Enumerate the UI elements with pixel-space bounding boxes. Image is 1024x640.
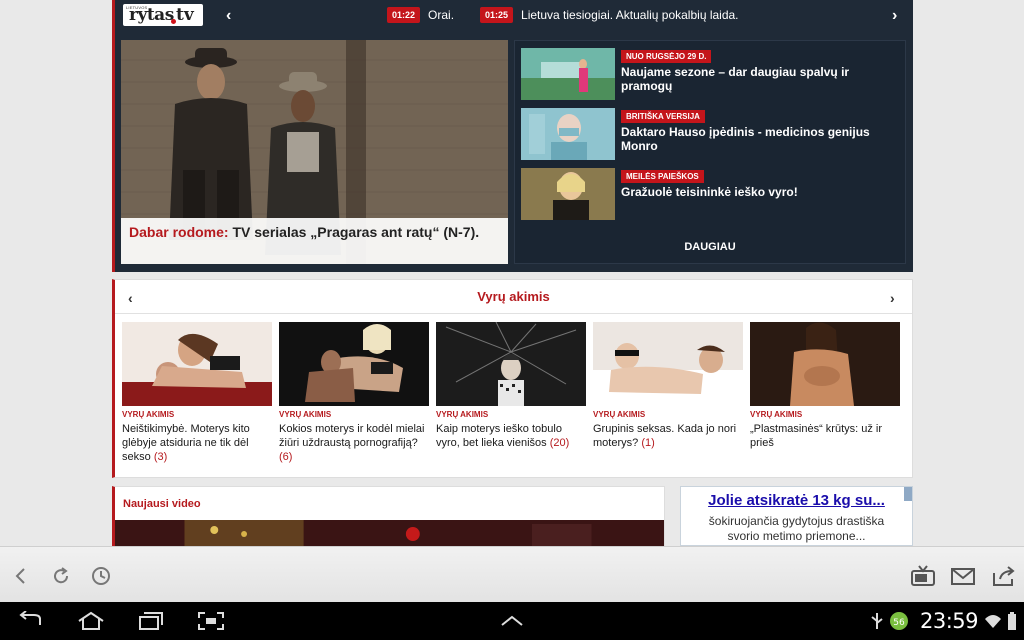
article-tag: VYRŲ AKIMIS	[279, 410, 332, 419]
screenshot-icon[interactable]	[196, 611, 226, 631]
hero-title: TV serialas „Pragaras ant ratų“ (N-7).	[228, 224, 480, 240]
recent-apps-icon[interactable]	[136, 611, 166, 631]
carousel-divider	[115, 313, 912, 314]
refresh-icon[interactable]	[50, 565, 72, 587]
article-title-text: Neištikimybė. Moterys kito glėbyje atsid…	[122, 423, 250, 463]
rytas-tv-logo[interactable]: LIETUVOS rytas tv	[123, 4, 203, 26]
battery-badge-text: 56	[893, 618, 905, 628]
article-title: Grupinis seksas. Kada jo nori moterys? (…	[593, 422, 741, 450]
article-tag: VYRŲ AKIMIS	[122, 410, 175, 419]
promo-thumb	[521, 48, 615, 100]
time-badge: 01:22	[387, 7, 421, 23]
article-title-text: „Plastmasinės“ krūtys: už ir prieš	[750, 423, 883, 449]
promo-tag: Britiška versija	[621, 110, 705, 123]
now-showing-label: Dabar rodome:	[129, 224, 229, 240]
article-card[interactable]: VYRŲ AKIMIS Grupinis seksas. Kada jo nor…	[593, 322, 743, 472]
hero-caption: Dabar rodome: TV serialas „Pragaras ant …	[121, 218, 508, 264]
article-thumb	[750, 322, 900, 406]
promo-thumb	[521, 108, 615, 160]
advertisement[interactable]: Jolie atsikratė 13 kg su... šokiruojanči…	[680, 486, 913, 546]
promo-title: Naujame sezone – dar daugiau spalvų ir p…	[621, 65, 850, 93]
article-tag: VYRŲ AKIMIS	[436, 410, 489, 419]
up-arrow-icon[interactable]	[498, 611, 526, 631]
article-card[interactable]: VYRŲ AKIMIS Kaip moterys ieško tobulo vy…	[436, 322, 586, 472]
back-nav-icon[interactable]	[16, 610, 46, 631]
ticker-item[interactable]: 01:22 Orai.	[387, 7, 454, 23]
promo-title: Daktaro Hauso įpėdinis - medicinos genij…	[621, 125, 870, 153]
carousel-next-icon[interactable]: ›	[890, 290, 895, 306]
ad-body: šokiruojančia gydytojus drastiška svorio…	[681, 514, 912, 544]
home-nav-icon[interactable]	[76, 611, 106, 631]
tv-icon[interactable]	[910, 565, 936, 587]
battery-icon	[1004, 611, 1020, 631]
carousel-title[interactable]: Vyrų akimis	[115, 289, 912, 304]
promo-item[interactable]: Meilės paieškos Gražuolė teisininkė iešk…	[521, 168, 901, 220]
ad-choices-icon[interactable]	[904, 487, 912, 501]
ticker-text: Lietuva tiesiogiai. Aktualių pokalbių la…	[521, 8, 739, 22]
comment-count[interactable]: (1)	[641, 437, 654, 449]
ad-line: svorio metimo priemone...	[727, 529, 866, 543]
time-badge: 01:25	[480, 7, 514, 23]
article-card[interactable]: VYRŲ AKIMIS Neištikimybė. Moterys kito g…	[122, 322, 272, 472]
ad-line: šokiruojančia gydytojus drastiška	[708, 514, 885, 528]
article-thumb	[593, 322, 743, 406]
comment-count[interactable]: (6)	[279, 451, 292, 463]
usb-icon	[870, 611, 884, 631]
hero-now-showing[interactable]: Dabar rodome: TV serialas „Pragaras ant …	[121, 40, 508, 264]
history-icon[interactable]	[90, 565, 112, 587]
article-title-text: Kokios moterys ir kodėl mielai žiūri užd…	[279, 423, 425, 449]
latest-video-title[interactable]: Naujausi video	[123, 498, 201, 510]
more-button[interactable]: DAUGIAU	[515, 241, 905, 253]
video-thumbnail[interactable]	[115, 520, 664, 546]
article-title-text: Kaip moterys ieško tobulo vyro, bet liek…	[436, 423, 562, 449]
article-card[interactable]: VYRŲ AKIMIS „Plastmasinės“ krūtys: už ir…	[750, 322, 900, 472]
ticker-prev-icon[interactable]: ‹	[226, 8, 231, 24]
wifi-icon	[984, 611, 1002, 631]
logo-tv-text: tv	[176, 5, 194, 25]
article-title: Kokios moterys ir kodėl mielai žiūri užd…	[279, 422, 427, 464]
back-icon[interactable]	[10, 565, 32, 587]
article-title-text: Grupinis seksas. Kada jo nori moterys?	[593, 423, 737, 449]
article-title: Neištikimybė. Moterys kito glėbyje atsid…	[122, 422, 270, 464]
clock: 23:59	[919, 609, 979, 633]
logo-main-text: rytas	[129, 5, 174, 25]
promo-item[interactable]: Nuo rugsėjo 29 d. Naujame sezone – dar d…	[521, 48, 901, 100]
article-tag: VYRŲ AKIMIS	[593, 410, 646, 419]
browser-toolbar	[0, 546, 1024, 602]
promo-tag: Meilės paieškos	[621, 170, 704, 183]
article-title: Kaip moterys ieško tobulo vyro, bet liek…	[436, 422, 584, 450]
program-ticker: LIETUVOS rytas tv ‹ 01:22 Orai. 01:25 Li…	[115, 0, 913, 30]
share-icon[interactable]	[990, 565, 1016, 587]
promo-title: Gražuolė teisininkė ieško vyro!	[621, 185, 798, 199]
article-thumb	[436, 322, 586, 406]
top-panel: LIETUVOS rytas tv ‹ 01:22 Orai. 01:25 Li…	[112, 0, 913, 272]
article-card[interactable]: VYRŲ AKIMIS Kokios moterys ir kodėl miel…	[279, 322, 429, 472]
promo-thumb	[521, 168, 615, 220]
promo-tag: Nuo rugsėjo 29 d.	[621, 50, 712, 63]
article-tag: VYRŲ AKIMIS	[750, 410, 803, 419]
ticker-text: Orai.	[428, 8, 455, 22]
comment-count[interactable]: (20)	[550, 437, 570, 449]
article-title: „Plastmasinės“ krūtys: už ir prieš	[750, 422, 898, 450]
battery-badge-icon: 56	[888, 611, 910, 631]
ticker-next-icon[interactable]: ›	[892, 8, 897, 24]
promo-list: Nuo rugsėjo 29 d. Naujame sezone – dar d…	[514, 40, 906, 264]
ticker-item[interactable]: 01:25 Lietuva tiesiogiai. Aktualių pokal…	[480, 7, 739, 23]
comment-count[interactable]: (3)	[154, 451, 167, 463]
system-navigation-bar: 56 23:59	[0, 602, 1024, 640]
promo-item[interactable]: Britiška versija Daktaro Hauso įpėdinis …	[521, 108, 901, 160]
mail-icon[interactable]	[950, 565, 976, 587]
ad-headline[interactable]: Jolie atsikratė 13 kg su...	[681, 492, 912, 509]
article-thumb	[122, 322, 272, 406]
latest-video-section: Naujausi video	[112, 486, 665, 546]
vyru-akimis-carousel: ‹ Vyrų akimis › VYRŲ AKIMIS Neištikimybė…	[112, 279, 913, 478]
article-thumb	[279, 322, 429, 406]
